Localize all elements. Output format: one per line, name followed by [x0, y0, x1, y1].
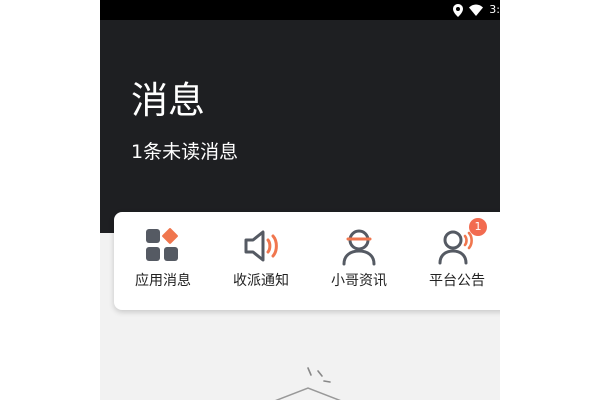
status-time: 3: — [489, 3, 500, 16]
apps-grid-icon — [143, 226, 183, 266]
page-title: 消息 — [131, 79, 205, 122]
tab-label: 收派通知 — [233, 273, 289, 289]
tab-dispatch-notices[interactable]: 收派通知 — [212, 212, 310, 310]
tab-label: 小哥资讯 — [331, 273, 387, 289]
tab-app-messages[interactable]: 应用消息 — [114, 212, 212, 310]
message-category-card: 应用消息 收派通知 小哥资讯 1 平台公告 — [114, 212, 500, 310]
status-bar: 3: — [100, 0, 500, 20]
phone-screen: 3: 消息 1条未读消息 应用消息 收派通知 小哥资讯 1 平台公告 — [100, 0, 500, 400]
status-icons: 3: — [453, 3, 500, 17]
header: 消息 1条未读消息 — [100, 20, 500, 233]
unread-badge: 1 — [469, 218, 487, 236]
tab-label: 平台公告 — [429, 273, 485, 289]
speaker-icon — [241, 226, 281, 266]
empty-box-icon — [260, 366, 360, 400]
tab-label: 应用消息 — [135, 273, 191, 289]
courier-icon — [339, 226, 379, 266]
unread-count: 1条未读消息 — [131, 141, 239, 163]
location-icon — [453, 3, 464, 17]
tab-platform-announcements[interactable]: 1 平台公告 — [408, 212, 500, 310]
tab-courier-news[interactable]: 小哥资讯 — [310, 212, 408, 310]
wifi-icon — [469, 4, 484, 16]
